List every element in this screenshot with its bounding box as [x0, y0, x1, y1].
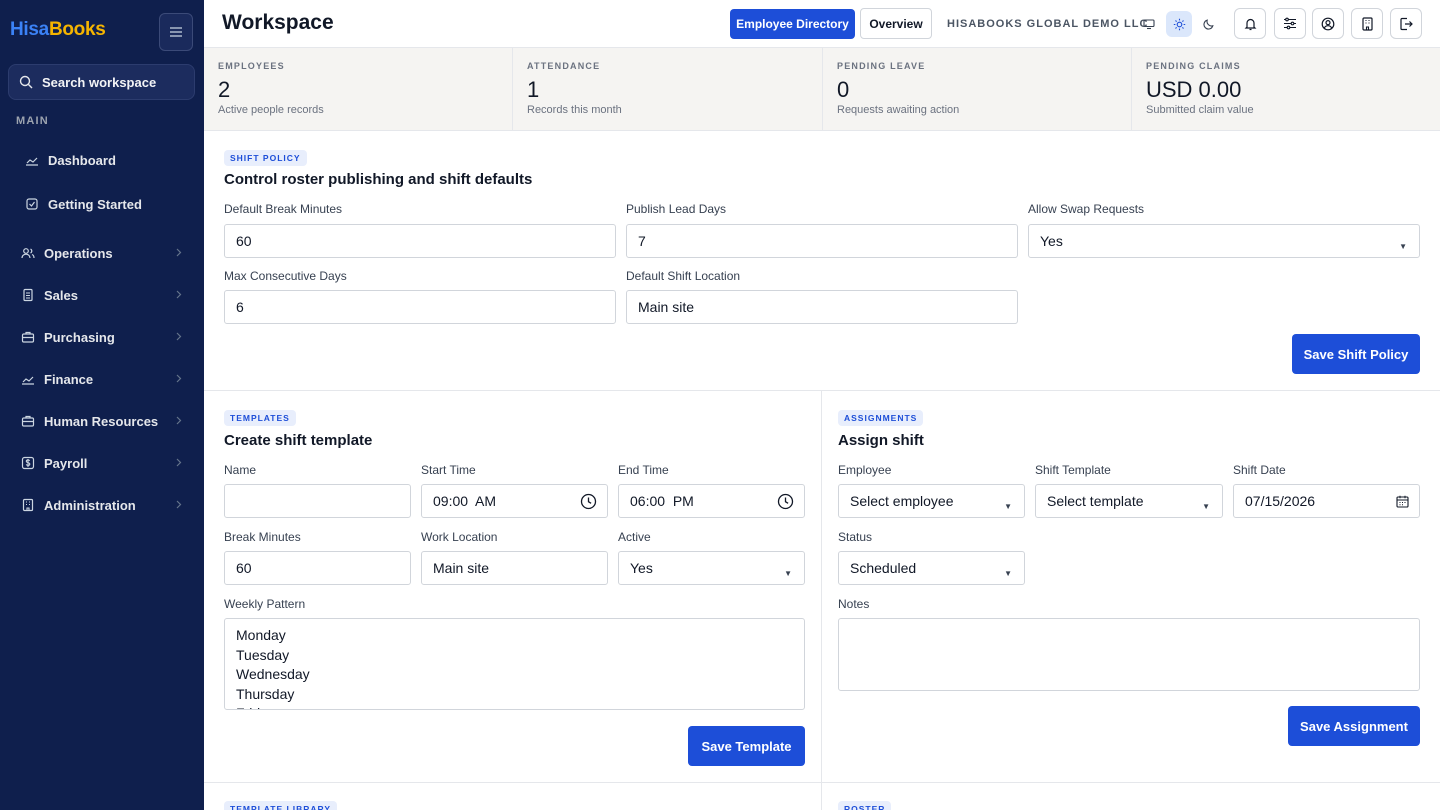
clock-icon: [580, 493, 597, 510]
chevron-down-icon: ▼: [784, 569, 792, 578]
logout-icon: [1400, 17, 1413, 30]
profile-button[interactable]: [1312, 8, 1344, 39]
logout-button[interactable]: [1390, 8, 1422, 39]
stat-attendance: ATTENDANCE 1 Records this month: [513, 48, 823, 131]
active-select[interactable]: Yes ▼: [618, 551, 805, 585]
weekly-pattern-textarea[interactable]: Monday Tuesday Wednesday Thursday Friday: [224, 618, 805, 710]
chevron-right-icon: [176, 458, 182, 467]
sidebar-item-getting-started[interactable]: Getting Started: [0, 189, 204, 219]
chevron-down-icon: ▼: [1202, 502, 1210, 511]
sidebar-item-payroll[interactable]: Payroll: [0, 448, 204, 478]
building-icon: [1361, 16, 1373, 31]
template-name-input[interactable]: [224, 484, 411, 518]
shift-policy-title: Control roster publishing and shift defa…: [224, 171, 533, 188]
sidebar-item-operations[interactable]: Operations: [0, 238, 204, 268]
clock-icon: [777, 493, 794, 510]
stats-bar: EMPLOYEES 2 Active people records ATTEND…: [204, 48, 1440, 131]
check-square-icon: [26, 198, 38, 210]
app-logo[interactable]: HisaBooks: [10, 19, 106, 41]
employee-select[interactable]: Select employee ▼: [838, 484, 1025, 518]
shift-date-input[interactable]: 07/15/2026: [1233, 484, 1420, 518]
roster-tag: ROSTER: [838, 801, 892, 810]
shift-policy-panel: SHIFT POLICY Control roster publishing a…: [204, 131, 1440, 391]
sliders-icon: [1284, 17, 1296, 30]
assignments-panel: ASSIGNMENTS Assign shift Employee Select…: [822, 391, 1440, 782]
chevron-down-icon: ▼: [1004, 569, 1012, 578]
save-template-button[interactable]: Save Template: [688, 726, 805, 766]
sidebar-item-administration[interactable]: Administration: [0, 490, 204, 520]
employee-directory-button[interactable]: Employee Directory: [730, 9, 855, 39]
chart-line-icon: [22, 376, 34, 385]
publish-lead-days-input[interactable]: 7: [626, 224, 1018, 258]
hamburger-icon: [170, 27, 182, 37]
topbar: Workspace Employee Directory Overview HI…: [204, 0, 1440, 48]
stat-employees: EMPLOYEES 2 Active people records: [204, 48, 513, 131]
end-time-input[interactable]: 06:00 PM: [618, 484, 805, 518]
chart-line-icon: [26, 157, 38, 166]
default-shift-location-input[interactable]: Main site: [626, 290, 1018, 324]
chevron-right-icon: [176, 332, 182, 341]
allow-swap-requests-select[interactable]: Yes ▼: [1028, 224, 1420, 258]
sidebar-item-dashboard[interactable]: Dashboard: [0, 145, 204, 175]
calendar-icon: [1396, 495, 1409, 508]
company-name: HISABOOKS GLOBAL DEMO LLC: [947, 18, 1149, 30]
notifications-button[interactable]: [1234, 8, 1266, 39]
briefcase-icon: [21, 331, 35, 343]
chevron-right-icon: [176, 374, 182, 383]
sidebar-item-purchasing[interactable]: Purchasing: [0, 322, 204, 352]
sidebar-item-finance[interactable]: Finance: [0, 364, 204, 394]
chevron-right-icon: [176, 248, 182, 257]
templates-tag: TEMPLATES: [224, 410, 296, 426]
start-time-input[interactable]: 09:00 AM: [421, 484, 608, 518]
chevron-right-icon: [176, 416, 182, 425]
monitor-icon: [1143, 19, 1155, 30]
max-consecutive-days-input[interactable]: 6: [224, 290, 616, 324]
sidebar-item-human-resources[interactable]: Human Resources: [0, 406, 204, 436]
search-workspace-input[interactable]: Search workspace: [8, 64, 195, 100]
dark-theme-button[interactable]: [1196, 11, 1222, 37]
users-icon: [21, 248, 35, 259]
work-location-input[interactable]: Main site: [421, 551, 608, 585]
receipt-icon: [23, 288, 33, 302]
divider: [204, 782, 1440, 783]
briefcase-icon: [21, 415, 35, 427]
section-main-label: MAIN: [16, 115, 49, 127]
chevron-right-icon: [176, 500, 182, 509]
template-break-minutes-input[interactable]: 60: [224, 551, 411, 585]
sun-icon: [1173, 18, 1185, 30]
overview-button[interactable]: Overview: [860, 8, 932, 39]
search-icon: [19, 75, 33, 89]
templates-panel: TEMPLATES Create shift template Name Sta…: [204, 391, 821, 782]
stat-pending-claims: PENDING CLAIMS USD 0.00 Submitted claim …: [1146, 61, 1254, 116]
stat-pending-leave: PENDING LEAVE 0 Requests awaiting action: [823, 48, 1132, 131]
sidebar: HisaBooks Search workspace MAIN Dashboar…: [0, 0, 204, 810]
status-select[interactable]: Scheduled ▼: [838, 551, 1025, 585]
template-library-tag: TEMPLATE LIBRARY: [224, 801, 337, 810]
save-shift-policy-button[interactable]: Save Shift Policy: [1292, 334, 1420, 374]
shift-policy-tag: SHIFT POLICY: [224, 150, 307, 166]
default-break-minutes-input[interactable]: 60: [224, 224, 616, 258]
shift-template-select[interactable]: Select template ▼: [1035, 484, 1223, 518]
chevron-down-icon: ▼: [1399, 242, 1407, 251]
page-title: Workspace: [222, 11, 334, 34]
user-circle-icon: [1321, 17, 1335, 30]
system-theme-button[interactable]: [1136, 11, 1162, 37]
light-theme-button[interactable]: [1166, 11, 1192, 37]
save-assignment-button[interactable]: Save Assignment: [1288, 706, 1420, 746]
search-label: Search workspace: [42, 74, 157, 90]
assignments-tag: ASSIGNMENTS: [838, 410, 924, 426]
settings-button[interactable]: [1274, 8, 1306, 39]
assignments-title: Assign shift: [838, 432, 924, 449]
templates-title: Create shift template: [224, 432, 373, 449]
chevron-down-icon: ▼: [1004, 502, 1012, 511]
menu-toggle-button[interactable]: [159, 13, 193, 51]
sidebar-item-sales[interactable]: Sales: [0, 280, 204, 310]
moon-icon: [1203, 19, 1214, 30]
notes-textarea[interactable]: [838, 618, 1420, 691]
building-icon: [22, 498, 34, 512]
bell-icon: [1244, 18, 1256, 30]
dollar-icon: [21, 456, 35, 470]
chevron-right-icon: [176, 290, 182, 299]
company-switch-button[interactable]: [1351, 8, 1383, 39]
